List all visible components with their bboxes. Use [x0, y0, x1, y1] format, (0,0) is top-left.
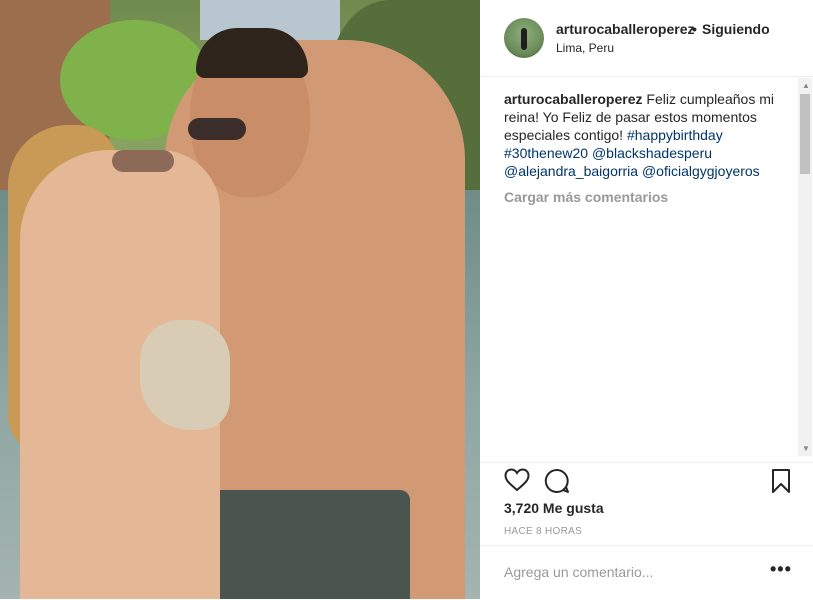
post-timestamp[interactable]: HACE 8 HORAS: [504, 526, 582, 537]
comment-icon[interactable]: [544, 468, 570, 499]
post-header: arturocaballeroperez • Siguiendo Lima, P…: [480, 0, 813, 77]
avatar[interactable]: [504, 18, 544, 58]
add-comment-section: •••: [480, 545, 813, 600]
post-photo[interactable]: [0, 0, 480, 599]
header-separator: •: [692, 21, 697, 37]
more-options-icon[interactable]: •••: [770, 559, 792, 580]
bookmark-icon[interactable]: [771, 468, 791, 499]
hashtag-link[interactable]: #30thenew20: [504, 145, 588, 161]
photo-shorts: [210, 490, 410, 599]
photo-sunglasses: [188, 118, 246, 140]
comments-scrollbar[interactable]: ▲ ▼: [798, 78, 812, 456]
action-bar: [480, 462, 813, 499]
mention-link[interactable]: @alejandra_baigorria: [504, 163, 638, 179]
scroll-up-arrow-icon[interactable]: ▲: [802, 81, 810, 90]
scrollbar-thumb[interactable]: [800, 94, 810, 174]
photo-bikini: [140, 320, 230, 430]
location-link[interactable]: Lima, Peru: [556, 41, 614, 55]
hashtag-link[interactable]: #happybirthday: [627, 127, 723, 143]
likes-count[interactable]: 3,720 Me gusta: [504, 500, 604, 516]
photo-man-hair: [196, 28, 308, 78]
mention-link[interactable]: @oficialgygjoyeros: [642, 163, 760, 179]
photo-sunglasses: [112, 150, 174, 172]
heart-icon[interactable]: [504, 468, 530, 497]
avatar-figure: [521, 28, 527, 50]
comments-area: arturocaballeroperez Feliz cumpleaños mi…: [504, 90, 794, 450]
header-username[interactable]: arturocaballeroperez: [556, 21, 695, 37]
mention-link[interactable]: @blackshadesperu: [592, 145, 712, 161]
add-comment-input[interactable]: [504, 564, 744, 580]
load-more-comments-button[interactable]: Cargar más comentarios: [504, 188, 794, 206]
follow-button[interactable]: Siguiendo: [702, 21, 770, 37]
scroll-down-arrow-icon[interactable]: ▼: [802, 444, 810, 453]
post-sidebar: arturocaballeroperez • Siguiendo Lima, P…: [480, 0, 813, 599]
caption: arturocaballeroperez Feliz cumpleaños mi…: [504, 90, 794, 180]
caption-username[interactable]: arturocaballeroperez: [504, 91, 643, 107]
